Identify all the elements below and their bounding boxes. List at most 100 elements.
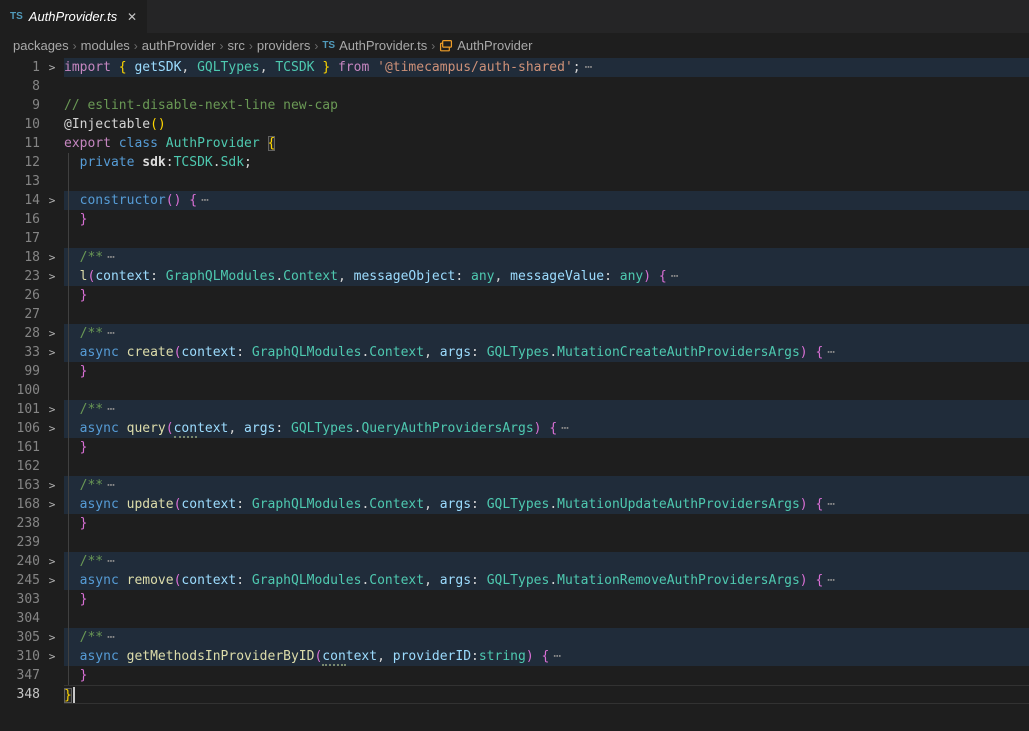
- code-content[interactable]: /**⋯: [64, 628, 1029, 647]
- breadcrumb-item-authprovider[interactable]: AuthProvider: [439, 38, 532, 53]
- folded-code-ellipsis[interactable]: ⋯: [103, 250, 115, 265]
- fold-chevron-icon[interactable]: >: [40, 324, 64, 343]
- code-content[interactable]: [64, 381, 1029, 400]
- folded-code-ellipsis[interactable]: ⋯: [197, 193, 209, 208]
- code-content[interactable]: constructor() {⋯: [64, 191, 1029, 210]
- code-content[interactable]: [64, 172, 1029, 191]
- folded-code-ellipsis[interactable]: ⋯: [103, 478, 115, 493]
- code-line-303[interactable]: 303 }: [0, 590, 1029, 609]
- fold-chevron-icon[interactable]: >: [40, 191, 64, 210]
- code-line-14[interactable]: 14> constructor() {⋯: [0, 191, 1029, 210]
- folded-code-ellipsis[interactable]: ⋯: [103, 326, 115, 341]
- folded-code-ellipsis[interactable]: ⋯: [103, 554, 115, 569]
- code-content[interactable]: // eslint-disable-next-line new-cap: [64, 96, 1029, 115]
- folded-code-ellipsis[interactable]: ⋯: [667, 269, 679, 284]
- code-line-23[interactable]: 23> l(context: GraphQLModules.Context, m…: [0, 267, 1029, 286]
- code-content[interactable]: /**⋯: [64, 476, 1029, 495]
- fold-chevron-icon[interactable]: >: [40, 552, 64, 571]
- breadcrumb-item-providers[interactable]: providers: [257, 38, 310, 53]
- code-line-163[interactable]: 163> /**⋯: [0, 476, 1029, 495]
- code-content[interactable]: }: [64, 685, 1029, 704]
- code-line-99[interactable]: 99 }: [0, 362, 1029, 381]
- code-content[interactable]: [64, 457, 1029, 476]
- folded-code-ellipsis[interactable]: ⋯: [823, 497, 835, 512]
- code-line-168[interactable]: 168> async update(context: GraphQLModule…: [0, 495, 1029, 514]
- code-line-17[interactable]: 17: [0, 229, 1029, 248]
- code-line-239[interactable]: 239: [0, 533, 1029, 552]
- code-line-10[interactable]: 10@Injectable(): [0, 115, 1029, 134]
- code-content[interactable]: /**⋯: [64, 552, 1029, 571]
- code-line-245[interactable]: 245> async remove(context: GraphQLModule…: [0, 571, 1029, 590]
- fold-chevron-icon[interactable]: >: [40, 419, 64, 438]
- code-content[interactable]: @Injectable(): [64, 115, 1029, 134]
- code-content[interactable]: [64, 77, 1029, 96]
- folded-code-ellipsis[interactable]: ⋯: [823, 573, 835, 588]
- code-content[interactable]: }: [64, 514, 1029, 533]
- fold-chevron-icon[interactable]: >: [40, 58, 64, 77]
- code-line-162[interactable]: 162: [0, 457, 1029, 476]
- code-line-27[interactable]: 27: [0, 305, 1029, 324]
- folded-code-ellipsis[interactable]: ⋯: [557, 421, 569, 436]
- breadcrumb-item-src[interactable]: src: [228, 38, 245, 53]
- code-content[interactable]: }: [64, 590, 1029, 609]
- breadcrumb-item-packages[interactable]: packages: [13, 38, 69, 53]
- code-content[interactable]: export class AuthProvider {: [64, 134, 1029, 153]
- code-line-26[interactable]: 26 }: [0, 286, 1029, 305]
- breadcrumb-item-authprovider[interactable]: authProvider: [142, 38, 216, 53]
- code-line-8[interactable]: 8: [0, 77, 1029, 96]
- tab-authprovider-ts[interactable]: TS AuthProvider.ts ✕: [0, 0, 147, 33]
- code-content[interactable]: }: [64, 210, 1029, 229]
- code-content[interactable]: [64, 609, 1029, 628]
- code-line-240[interactable]: 240> /**⋯: [0, 552, 1029, 571]
- code-content[interactable]: /**⋯: [64, 400, 1029, 419]
- fold-chevron-icon[interactable]: >: [40, 267, 64, 286]
- code-line-28[interactable]: 28> /**⋯: [0, 324, 1029, 343]
- breadcrumb-item-modules[interactable]: modules: [81, 38, 130, 53]
- fold-chevron-icon[interactable]: >: [40, 647, 64, 666]
- code-content[interactable]: async remove(context: GraphQLModules.Con…: [64, 571, 1029, 590]
- code-content[interactable]: l(context: GraphQLModules.Context, messa…: [64, 267, 1029, 286]
- code-line-11[interactable]: 11export class AuthProvider {: [0, 134, 1029, 153]
- code-content[interactable]: async query(context, args: GQLTypes.Quer…: [64, 419, 1029, 438]
- fold-chevron-icon[interactable]: >: [40, 400, 64, 419]
- code-line-101[interactable]: 101> /**⋯: [0, 400, 1029, 419]
- code-content[interactable]: async create(context: GraphQLModules.Con…: [64, 343, 1029, 362]
- code-content[interactable]: private sdk:TCSDK.Sdk;: [64, 153, 1029, 172]
- code-line-310[interactable]: 310> async getMethodsInProviderByID(cont…: [0, 647, 1029, 666]
- folded-code-ellipsis[interactable]: ⋯: [549, 649, 561, 664]
- fold-chevron-icon[interactable]: >: [40, 343, 64, 362]
- fold-chevron-icon[interactable]: >: [40, 248, 64, 267]
- code-editor[interactable]: 1>import { getSDK, GQLTypes, TCSDK } fro…: [0, 58, 1029, 704]
- code-content[interactable]: }: [64, 666, 1029, 685]
- code-line-304[interactable]: 304: [0, 609, 1029, 628]
- fold-chevron-icon[interactable]: >: [40, 571, 64, 590]
- code-line-16[interactable]: 16 }: [0, 210, 1029, 229]
- close-icon[interactable]: ✕: [125, 9, 139, 25]
- code-content[interactable]: [64, 305, 1029, 324]
- code-line-100[interactable]: 100: [0, 381, 1029, 400]
- code-line-161[interactable]: 161 }: [0, 438, 1029, 457]
- code-line-18[interactable]: 18> /**⋯: [0, 248, 1029, 267]
- folded-code-ellipsis[interactable]: ⋯: [103, 402, 115, 417]
- code-line-238[interactable]: 238 }: [0, 514, 1029, 533]
- code-line-1[interactable]: 1>import { getSDK, GQLTypes, TCSDK } fro…: [0, 58, 1029, 77]
- code-content[interactable]: async getMethodsInProviderByID(context, …: [64, 647, 1029, 666]
- code-content[interactable]: /**⋯: [64, 248, 1029, 267]
- folded-code-ellipsis[interactable]: ⋯: [581, 60, 593, 75]
- fold-chevron-icon[interactable]: >: [40, 495, 64, 514]
- code-content[interactable]: }: [64, 286, 1029, 305]
- code-line-9[interactable]: 9// eslint-disable-next-line new-cap: [0, 96, 1029, 115]
- code-line-347[interactable]: 347 }: [0, 666, 1029, 685]
- folded-code-ellipsis[interactable]: ⋯: [103, 630, 115, 645]
- code-line-33[interactable]: 33> async create(context: GraphQLModules…: [0, 343, 1029, 362]
- code-content[interactable]: async update(context: GraphQLModules.Con…: [64, 495, 1029, 514]
- code-line-348[interactable]: 348}: [0, 685, 1029, 704]
- folded-code-ellipsis[interactable]: ⋯: [823, 345, 835, 360]
- code-content[interactable]: }: [64, 438, 1029, 457]
- code-line-305[interactable]: 305> /**⋯: [0, 628, 1029, 647]
- fold-chevron-icon[interactable]: >: [40, 628, 64, 647]
- code-content[interactable]: import { getSDK, GQLTypes, TCSDK } from …: [64, 58, 1029, 77]
- breadcrumb-item-authprovider-ts[interactable]: TSAuthProvider.ts: [322, 38, 427, 53]
- code-line-106[interactable]: 106> async query(context, args: GQLTypes…: [0, 419, 1029, 438]
- code-content[interactable]: [64, 229, 1029, 248]
